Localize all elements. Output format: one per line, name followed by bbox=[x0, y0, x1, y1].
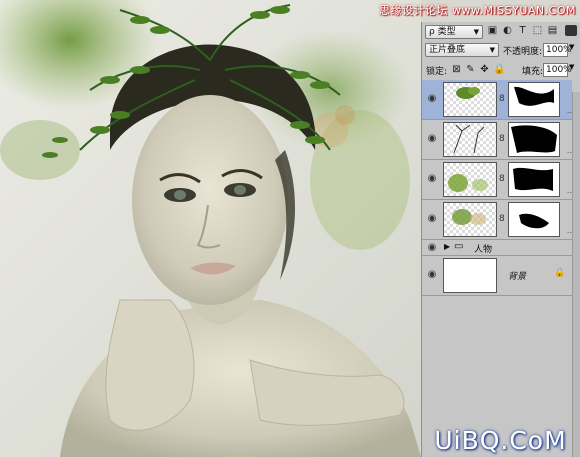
blend-row: 正片叠底 ▼ 不透明度: 100% ▼ bbox=[422, 43, 580, 59]
artwork-image bbox=[0, 0, 421, 457]
group-name: 人物 bbox=[474, 245, 493, 255]
layer-thumbnail[interactable] bbox=[443, 162, 497, 197]
fill-label: 填充: bbox=[522, 67, 544, 77]
layer-mask-thumbnail[interactable] bbox=[508, 122, 560, 157]
layers-panel: ρ 类型 ▼ ▣ ◐ T ⬚ ▤ 正片叠底 ▼ 不透明度: 100% ▼ 锁定:… bbox=[421, 22, 580, 457]
visibility-eye-icon[interactable]: ◉ bbox=[426, 242, 438, 254]
background-layer-name: 背景 bbox=[508, 272, 527, 282]
opacity-label: 不透明度: bbox=[503, 47, 543, 57]
watermark-text: 思缘设计论坛 www.MISSYUAN.COM bbox=[378, 4, 576, 17]
image-filter-icon[interactable]: ▣ bbox=[487, 25, 498, 36]
filter-kind-select[interactable]: ρ 类型 ▼ bbox=[425, 25, 483, 39]
lock-icon: 🔒 bbox=[554, 268, 566, 278]
expand-arrow-icon[interactable]: ▶ bbox=[444, 242, 450, 251]
layers-scrollbar[interactable] bbox=[572, 92, 580, 457]
layer-thumbnail[interactable] bbox=[443, 258, 497, 293]
filter-kind-label: 类型 bbox=[437, 27, 456, 37]
lock-label: 锁定: bbox=[426, 67, 448, 77]
layer-row-branches[interactable]: ◉ 8 .. bbox=[422, 120, 572, 160]
link-icon[interactable]: 8 bbox=[499, 214, 505, 224]
layer-mask-thumbnail[interactable] bbox=[508, 82, 560, 117]
lock-row: 锁定: ⊠ ✎ ✥ 🔒 填充: 100% ▼ bbox=[422, 62, 580, 78]
layer-row-green[interactable]: ◉ 8 .. bbox=[422, 200, 572, 240]
brand-watermark: UiBQ.CoM bbox=[434, 426, 567, 455]
shape-filter-icon[interactable]: ⬚ bbox=[532, 25, 543, 36]
layer-group-row[interactable]: ◉ ▶ ▭ 人物 bbox=[422, 240, 572, 256]
lock-all-icon[interactable]: 🔒 bbox=[493, 64, 505, 75]
layer-thumbnail[interactable] bbox=[443, 122, 497, 157]
layer-row-fern[interactable]: ◉ 8 .. bbox=[422, 80, 572, 120]
layer-row-splash[interactable]: ◉ 8 .. bbox=[422, 160, 572, 200]
visibility-eye-icon[interactable]: ◉ bbox=[426, 93, 438, 105]
folder-icon: ▭ bbox=[454, 241, 464, 252]
link-icon[interactable]: 8 bbox=[499, 94, 505, 104]
chevron-down-icon: ▼ bbox=[473, 28, 479, 36]
fill-input[interactable]: 100% bbox=[543, 63, 572, 77]
search-icon: ρ bbox=[429, 27, 435, 37]
blend-mode-value: 正片叠底 bbox=[429, 45, 466, 55]
opacity-dropdown-icon[interactable]: ▼ bbox=[569, 43, 574, 51]
visibility-eye-icon[interactable]: ◉ bbox=[426, 213, 438, 225]
layer-filter-row: ρ 类型 ▼ ▣ ◐ T ⬚ ▤ bbox=[422, 25, 580, 41]
document-canvas[interactable] bbox=[0, 0, 421, 457]
chevron-down-icon: ▼ bbox=[489, 46, 495, 54]
link-icon[interactable]: 8 bbox=[499, 174, 505, 184]
visibility-eye-icon[interactable]: ◉ bbox=[426, 133, 438, 145]
type-filter-icon[interactable]: T bbox=[517, 25, 528, 36]
layer-thumbnail[interactable] bbox=[443, 82, 497, 117]
filter-toggle-icon[interactable] bbox=[565, 25, 577, 36]
visibility-eye-icon[interactable]: ◉ bbox=[426, 173, 438, 185]
adjustment-filter-icon[interactable]: ◐ bbox=[502, 25, 513, 36]
fill-dropdown-icon[interactable]: ▼ bbox=[569, 63, 574, 71]
layer-mask-thumbnail[interactable] bbox=[508, 162, 560, 197]
lock-position-icon[interactable]: ✥ bbox=[479, 64, 490, 75]
background-layer-row[interactable]: ◉ 背景 🔒 bbox=[422, 256, 572, 296]
link-icon[interactable]: 8 bbox=[499, 134, 505, 144]
blend-mode-select[interactable]: 正片叠底 ▼ bbox=[425, 43, 499, 57]
lock-transparent-pixels-icon[interactable]: ⊠ bbox=[451, 64, 462, 75]
layer-mask-thumbnail[interactable] bbox=[508, 202, 560, 237]
layer-thumbnail[interactable] bbox=[443, 202, 497, 237]
lock-image-pixels-icon[interactable]: ✎ bbox=[465, 64, 476, 75]
visibility-eye-icon[interactable]: ◉ bbox=[426, 269, 438, 281]
smart-object-filter-icon[interactable]: ▤ bbox=[547, 25, 558, 36]
opacity-input[interactable]: 100% bbox=[543, 43, 572, 57]
